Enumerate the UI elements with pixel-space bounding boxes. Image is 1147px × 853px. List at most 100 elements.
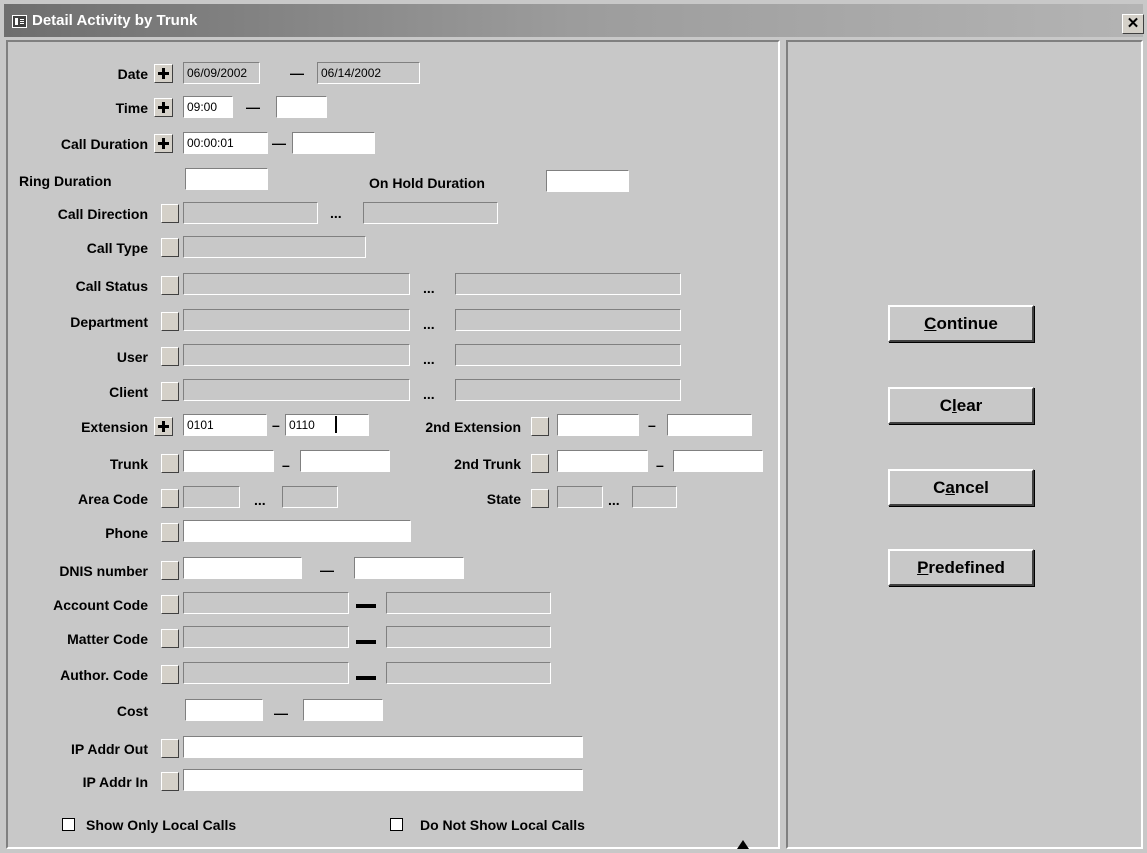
time-to-input[interactable] (276, 96, 327, 118)
cost-from-input[interactable] (185, 699, 263, 721)
matter-code-to-input[interactable] (386, 626, 551, 648)
date-range-separator: — (290, 65, 304, 81)
dnis-range-separator: — (320, 562, 334, 578)
author-code-from-input[interactable] (183, 662, 349, 684)
date-expand-plus-icon[interactable] (154, 64, 173, 83)
call-status-ellipsis: ... (423, 280, 435, 296)
ip-addr-in-input[interactable] (183, 769, 583, 791)
dnis-number-toggle[interactable] (161, 561, 179, 580)
call-type-toggle[interactable] (161, 238, 179, 257)
second-trunk-toggle[interactable] (531, 454, 549, 473)
on-hold-duration-label: On Hold Duration (369, 175, 485, 191)
continue-button[interactable]: Continue (888, 305, 1034, 342)
call-duration-range-separator: — (272, 135, 286, 151)
call-duration-label: Call Duration (60, 136, 148, 152)
second-extension-to-input[interactable] (667, 414, 752, 436)
call-duration-expand-plus-icon[interactable] (154, 134, 173, 153)
extension-from-input[interactable]: 0101 (183, 414, 267, 436)
department-toggle[interactable] (161, 312, 179, 331)
date-label: Date (117, 66, 148, 82)
area-code-toggle[interactable] (161, 489, 179, 508)
cost-to-input[interactable] (303, 699, 383, 721)
actions-panel (786, 40, 1143, 849)
do-not-show-local-calls-checkbox[interactable] (390, 818, 403, 831)
second-extension-toggle[interactable] (531, 417, 549, 436)
ip-addr-out-label: IP Addr Out (71, 741, 148, 757)
predefined-button[interactable]: Predefined (888, 549, 1034, 586)
form-icon (12, 15, 27, 28)
department-from-input[interactable] (183, 309, 410, 331)
second-trunk-to-input[interactable] (673, 450, 763, 472)
call-status-toggle[interactable] (161, 276, 179, 295)
client-ellipsis: ... (423, 386, 435, 402)
title-bar[interactable]: Detail Activity by Trunk ✕ (4, 4, 1144, 37)
detail-activity-window: Detail Activity by Trunk ✕ Date 06/09/20… (0, 0, 1147, 853)
user-toggle[interactable] (161, 347, 179, 366)
dnis-number-label: DNIS number (59, 563, 148, 579)
dnis-from-input[interactable] (183, 557, 302, 579)
second-trunk-from-input[interactable] (557, 450, 648, 472)
extension-expand-plus-icon[interactable] (154, 417, 173, 436)
date-from-input[interactable]: 06/09/2002 (183, 62, 260, 84)
state-ellipsis: ... (608, 492, 620, 508)
extension-to-input[interactable]: 0110 (285, 414, 369, 436)
trunk-label: Trunk (109, 456, 148, 472)
user-ellipsis: ... (423, 351, 435, 367)
call-direction-to-input[interactable] (363, 202, 498, 224)
call-duration-to-input[interactable] (292, 132, 375, 154)
state-toggle[interactable] (531, 489, 549, 508)
phone-label: Phone (105, 525, 148, 541)
dnis-to-input[interactable] (354, 557, 464, 579)
client-from-input[interactable] (183, 379, 410, 401)
matter-code-toggle[interactable] (161, 629, 179, 648)
account-code-label: Account Code (53, 597, 148, 613)
ip-addr-out-input[interactable] (183, 736, 583, 758)
ring-duration-input[interactable] (185, 168, 268, 190)
author-code-to-input[interactable] (386, 662, 551, 684)
time-expand-plus-icon[interactable] (154, 98, 173, 117)
account-code-to-input[interactable] (386, 592, 551, 614)
department-to-input[interactable] (455, 309, 681, 331)
time-from-input[interactable]: 09:00 (183, 96, 233, 118)
second-extension-from-input[interactable] (557, 414, 639, 436)
call-duration-from-input[interactable]: 00:00:01 (183, 132, 268, 154)
trunk-from-input[interactable] (183, 450, 274, 472)
account-code-toggle[interactable] (161, 595, 179, 614)
phone-input[interactable] (183, 520, 411, 542)
account-code-from-input[interactable] (183, 592, 349, 614)
area-code-to-input[interactable] (282, 486, 338, 508)
cancel-button[interactable]: Cancel (888, 469, 1034, 506)
matter-code-from-input[interactable] (183, 626, 349, 648)
phone-toggle[interactable] (161, 523, 179, 542)
client-to-input[interactable] (455, 379, 681, 401)
close-button[interactable]: ✕ (1122, 14, 1144, 34)
do-not-show-local-calls-label: Do Not Show Local Calls (420, 817, 585, 833)
ip-addr-in-toggle[interactable] (161, 772, 179, 791)
trunk-to-input[interactable] (300, 450, 390, 472)
on-hold-duration-input[interactable] (546, 170, 629, 192)
account-code-range-dash (356, 604, 376, 608)
call-status-label: Call Status (75, 278, 148, 294)
call-direction-toggle[interactable] (161, 204, 179, 223)
show-only-local-calls-checkbox[interactable] (62, 818, 75, 831)
state-to-input[interactable] (632, 486, 677, 508)
area-code-from-input[interactable] (183, 486, 240, 508)
call-status-to-input[interactable] (455, 273, 681, 295)
clear-button[interactable]: Clear (888, 387, 1034, 424)
user-from-input[interactable] (183, 344, 410, 366)
call-direction-from-input[interactable] (183, 202, 318, 224)
state-from-input[interactable] (557, 486, 603, 508)
author-code-toggle[interactable] (161, 665, 179, 684)
extension-label: Extension (81, 419, 148, 435)
cost-label: Cost (116, 703, 148, 719)
date-to-input[interactable]: 06/14/2002 (317, 62, 420, 84)
ip-addr-out-toggle[interactable] (161, 739, 179, 758)
call-status-from-input[interactable] (183, 273, 410, 295)
call-type-label: Call Type (86, 240, 148, 256)
client-toggle[interactable] (161, 382, 179, 401)
area-code-ellipsis: ... (254, 492, 266, 508)
trunk-toggle[interactable] (161, 454, 179, 473)
user-to-input[interactable] (455, 344, 681, 366)
department-label: Department (70, 314, 148, 330)
call-type-input[interactable] (183, 236, 366, 258)
